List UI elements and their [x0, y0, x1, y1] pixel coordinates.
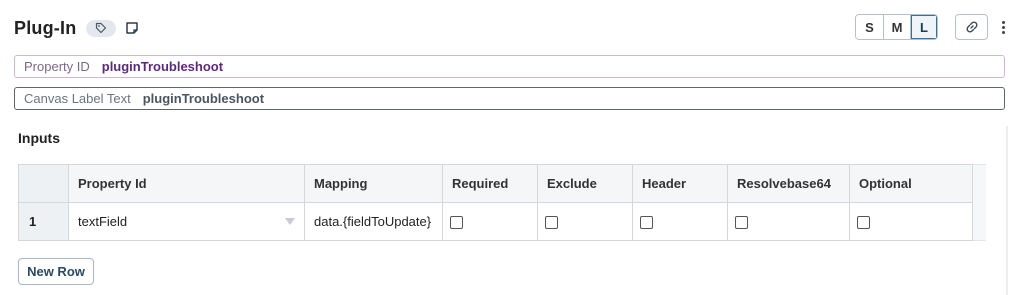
column-header-header[interactable]: Header — [632, 164, 728, 203]
inputs-table: Property Id Mapping Required Exclude Hea… — [18, 164, 973, 241]
panel-scrollbar[interactable] — [1006, 126, 1008, 295]
row-number: 1 — [18, 202, 69, 241]
property-id-value: pluginTroubleshoot — [101, 59, 224, 74]
resolvebase64-checkbox[interactable] — [735, 216, 748, 230]
more-vertical-icon[interactable] — [998, 17, 1008, 37]
new-row-button[interactable]: New Row — [18, 258, 94, 285]
canvas-label-field[interactable]: Canvas Label Text pluginTroubleshoot — [14, 87, 1005, 110]
mapping-cell-value: data.{fieldToUpdate} — [314, 214, 432, 229]
page-title: Plug-In — [14, 17, 77, 38]
required-checkbox[interactable] — [450, 216, 463, 230]
table-row: 1 textField data.{fieldToUpdate} — [18, 202, 973, 241]
column-header-mapping[interactable]: Mapping — [304, 164, 443, 203]
size-toggle-group: S M L — [855, 14, 938, 40]
canvas-label-label: Canvas Label Text — [24, 91, 131, 106]
tag-icon[interactable] — [86, 19, 117, 37]
optional-checkbox[interactable] — [857, 216, 870, 230]
link-button[interactable] — [955, 14, 988, 40]
property-id-field[interactable]: Property ID pluginTroubleshoot — [14, 55, 1005, 78]
dropdown-arrow-icon — [285, 218, 295, 225]
inputs-section-title: Inputs — [18, 130, 60, 146]
required-cell — [442, 202, 538, 241]
link-icon — [965, 21, 978, 33]
optional-cell — [849, 202, 973, 241]
property-id-cell-value: textField — [78, 214, 128, 229]
size-small-button[interactable]: S — [856, 15, 883, 39]
header-bar: Plug-In S M L — [14, 14, 1008, 42]
table-header-row: Property Id Mapping Required Exclude Hea… — [18, 164, 973, 203]
note-icon[interactable] — [124, 20, 140, 36]
column-header-exclude[interactable]: Exclude — [537, 164, 633, 203]
header-cell — [632, 202, 728, 241]
property-id-label: Property ID — [24, 59, 90, 74]
exclude-checkbox[interactable] — [545, 216, 558, 230]
column-header-optional[interactable]: Optional — [849, 164, 973, 203]
column-header-required[interactable]: Required — [442, 164, 538, 203]
grid-scroll-strip — [972, 164, 986, 241]
size-large-button[interactable]: L — [910, 15, 937, 39]
size-medium-button[interactable]: M — [883, 15, 910, 39]
exclude-cell — [537, 202, 633, 241]
column-header-index — [18, 164, 69, 203]
canvas-label-value: pluginTroubleshoot — [142, 91, 265, 106]
header-checkbox[interactable] — [640, 216, 653, 230]
column-header-resolvebase64[interactable]: Resolvebase64 — [727, 164, 850, 203]
column-header-property-id[interactable]: Property Id — [68, 164, 305, 203]
property-id-select[interactable]: textField — [68, 202, 305, 241]
resolvebase64-cell — [727, 202, 850, 241]
mapping-cell[interactable]: data.{fieldToUpdate} — [304, 202, 443, 241]
